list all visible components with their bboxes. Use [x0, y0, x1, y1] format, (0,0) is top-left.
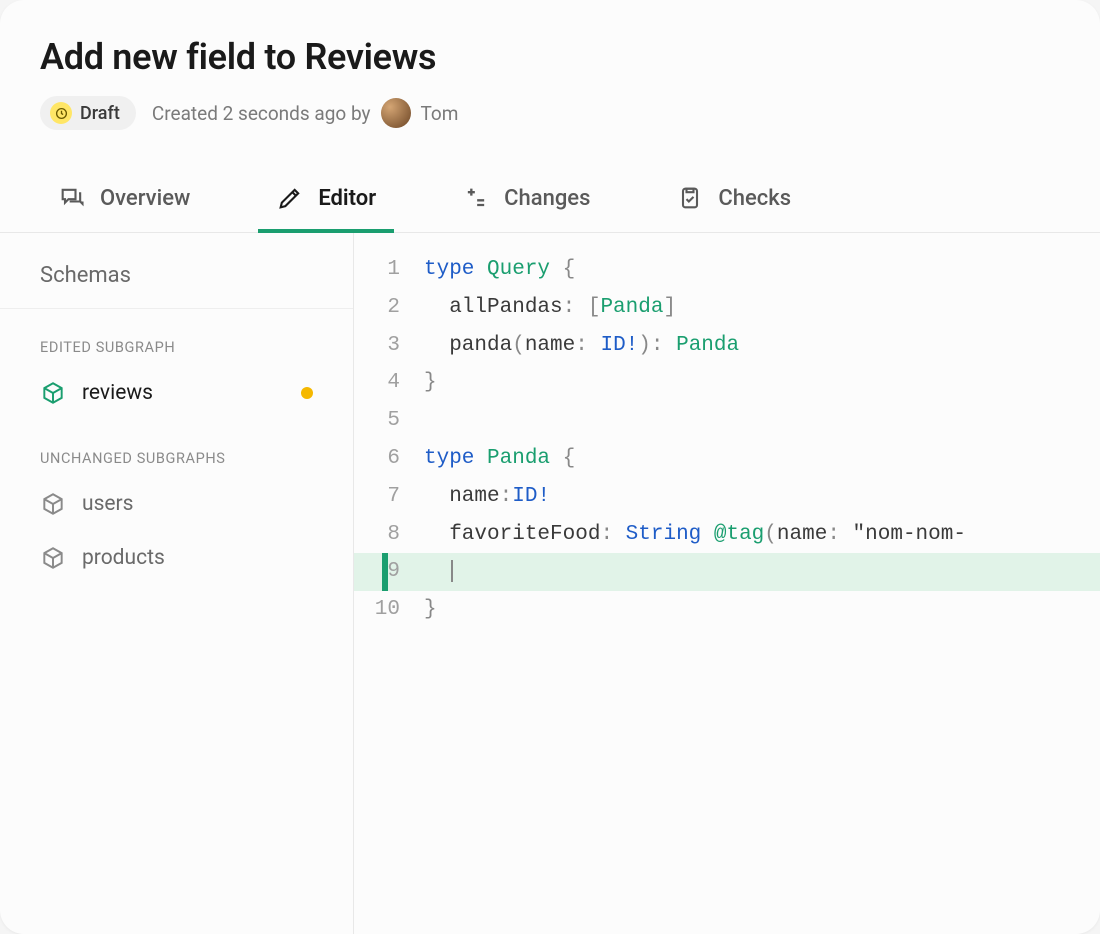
header: Add new field to Reviews Draft Created 2… — [0, 0, 1100, 130]
line-number: 9 — [354, 553, 424, 591]
edited-dot-icon — [301, 387, 313, 399]
cube-icon — [40, 380, 66, 406]
created-by: Created 2 seconds ago by Tom — [152, 98, 459, 128]
code-line[interactable]: 1type Query { — [354, 251, 1100, 289]
tab-label: Checks — [718, 186, 791, 211]
group-label-unchanged: UNCHANGED SUBGRAPHS — [0, 420, 353, 477]
avatar — [381, 98, 411, 128]
code-line[interactable]: 3 panda(name: ID!): Panda — [354, 327, 1100, 365]
code-content[interactable]: } — [424, 591, 1100, 629]
tabs: Overview Editor Changes Checks — [0, 170, 1100, 233]
code-line[interactable]: 7 name:ID! — [354, 478, 1100, 516]
line-number: 3 — [354, 327, 424, 365]
code-content[interactable]: type Panda { — [424, 440, 1100, 478]
sidebar-item-products[interactable]: products — [0, 531, 353, 585]
code-line[interactable]: 2 allPandas: [Panda] — [354, 289, 1100, 327]
code-line[interactable]: 8 favoriteFood: String @tag(name: "nom-n… — [354, 516, 1100, 554]
status-badge: Draft — [40, 96, 136, 130]
line-number: 10 — [354, 591, 424, 629]
diff-icon — [462, 184, 490, 212]
status-badge-label: Draft — [80, 103, 120, 124]
app-window: Add new field to Reviews Draft Created 2… — [0, 0, 1100, 934]
sidebar-item-reviews[interactable]: reviews — [0, 366, 353, 420]
code-content[interactable]: allPandas: [Panda] — [424, 289, 1100, 327]
line-number: 6 — [354, 440, 424, 478]
code-content[interactable]: panda(name: ID!): Panda — [424, 327, 1100, 365]
group-label-edited: EDITED SUBGRAPH — [0, 309, 353, 366]
code-content[interactable] — [424, 553, 1100, 591]
code-line[interactable]: 4} — [354, 364, 1100, 402]
chat-icon — [58, 184, 86, 212]
sidebar-item-users[interactable]: users — [0, 477, 353, 531]
code-line[interactable]: 6type Panda { — [354, 440, 1100, 478]
sidebar: Schemas EDITED SUBGRAPH reviews UNCHANGE… — [0, 233, 354, 934]
clipboard-check-icon — [676, 184, 704, 212]
tab-label: Changes — [504, 186, 590, 211]
cube-icon — [40, 491, 66, 517]
code-line[interactable]: 9 — [354, 553, 1100, 591]
code-content[interactable] — [424, 402, 1100, 440]
code-line[interactable]: 5 — [354, 402, 1100, 440]
created-text: Created 2 seconds ago by — [152, 102, 371, 125]
code-editor[interactable]: 1type Query {2 allPandas: [Panda]3 panda… — [354, 233, 1100, 934]
sidebar-item-label: products — [82, 546, 165, 570]
line-number: 8 — [354, 516, 424, 554]
tab-checks[interactable]: Checks — [658, 170, 809, 232]
text-cursor — [451, 560, 453, 582]
code-content[interactable]: name:ID! — [424, 478, 1100, 516]
sidebar-title: Schemas — [0, 257, 353, 309]
line-number: 5 — [354, 402, 424, 440]
tab-label: Overview — [100, 186, 190, 211]
line-number: 4 — [354, 364, 424, 402]
code-content[interactable]: favoriteFood: String @tag(name: "nom-nom… — [424, 516, 1100, 554]
clock-icon — [50, 102, 72, 124]
line-number: 1 — [354, 251, 424, 289]
code-line[interactable]: 10} — [354, 591, 1100, 629]
tab-overview[interactable]: Overview — [40, 170, 208, 232]
body: Schemas EDITED SUBGRAPH reviews UNCHANGE… — [0, 233, 1100, 934]
tab-editor[interactable]: Editor — [258, 170, 394, 232]
line-number: 7 — [354, 478, 424, 516]
code-content[interactable]: } — [424, 364, 1100, 402]
sidebar-item-label: users — [82, 492, 134, 516]
tab-label: Editor — [318, 186, 376, 211]
author-name: Tom — [421, 102, 459, 125]
tab-changes[interactable]: Changes — [444, 170, 608, 232]
pencil-icon — [276, 184, 304, 212]
sidebar-item-label: reviews — [82, 381, 153, 405]
code-content[interactable]: type Query { — [424, 251, 1100, 289]
page-title: Add new field to Reviews — [40, 36, 1060, 78]
cube-icon — [40, 545, 66, 571]
meta-row: Draft Created 2 seconds ago by Tom — [40, 96, 1060, 130]
line-number: 2 — [354, 289, 424, 327]
